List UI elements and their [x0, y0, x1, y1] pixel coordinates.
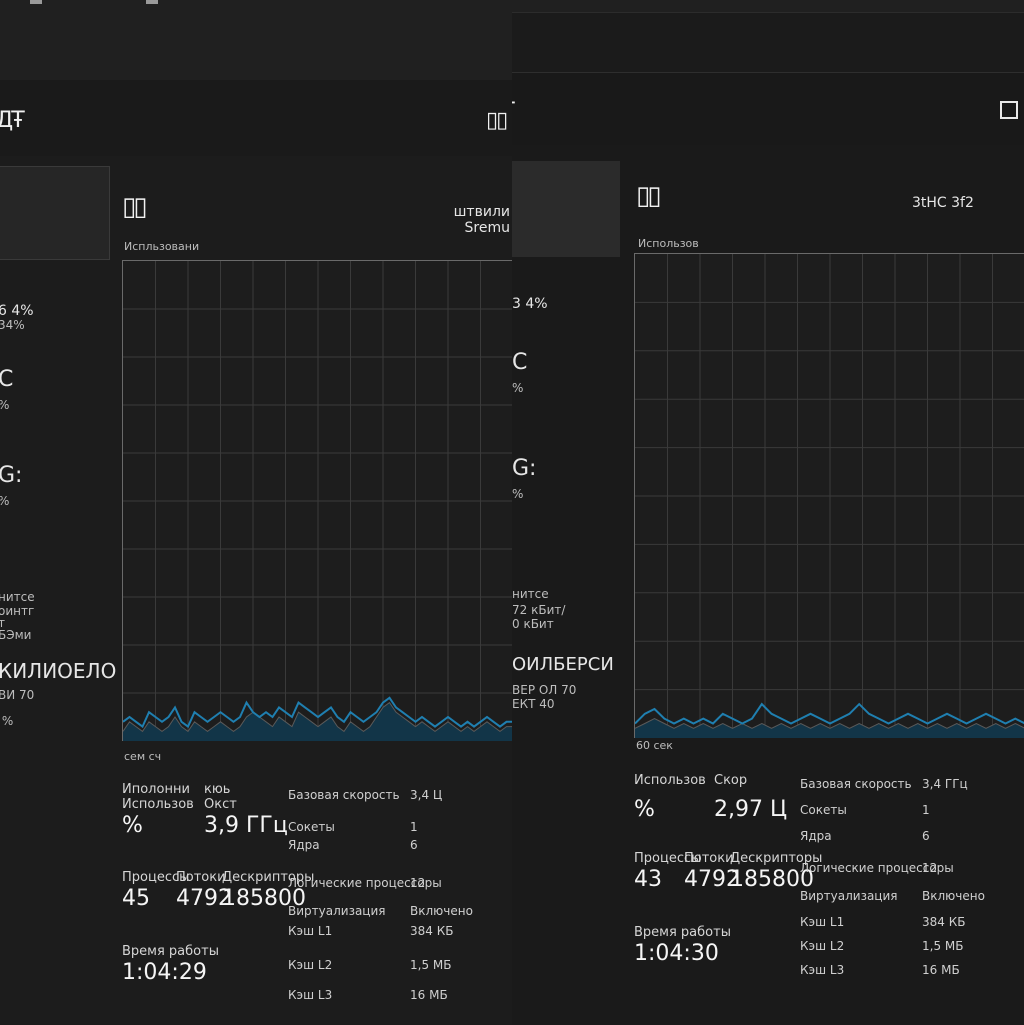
kv-virtualization-value: Включено: [410, 904, 473, 918]
sidebar-item-disk-c-pct: %: [512, 381, 524, 395]
chart-label-bottom: 60 сек: [636, 739, 673, 752]
sidebar-item-disk-c[interactable]: C: [0, 369, 13, 391]
kv-sockets-value: 1: [410, 820, 418, 834]
kv-base-speed-value: 3,4 ГГц: [922, 777, 968, 791]
sidebar-item-memory-pct: 3 4%: [512, 296, 548, 312]
kv-l2-value: 1,5 МБ: [410, 958, 452, 972]
title-strip: [0, 12, 512, 80]
kv-sockets-label: Сокеты: [800, 803, 847, 817]
cpu-usage-graph: [634, 253, 1024, 738]
window-header: [0, 80, 512, 156]
kv-virtualization-label: Виртуализация: [800, 889, 898, 903]
sidebar-item-gpu-sub: ВИ 70: [0, 688, 35, 702]
restore-glyph[interactable]: ▯▯: [486, 108, 508, 133]
sidebar-item-gpu[interactable]: ОИЛБЕРСИ: [512, 656, 614, 674]
kv-l1-value: 384 КБ: [410, 924, 454, 938]
stat-utilization-label-2: Использов: [122, 797, 194, 812]
cpu-usage-graph-svg: [123, 261, 512, 741]
kv-cores-value: 6: [922, 829, 930, 843]
sidebar-item-cpu[interactable]: [512, 161, 620, 257]
sidebar-item-memory-pct: 6 4%: [0, 303, 34, 319]
sidebar-item-gpu[interactable]: КИЛИОЕЛО: [0, 661, 116, 681]
task-manager-window-left: ДŦ ▯▯ 6 4% 34% C % G: % нитсе оинтг т БЭ…: [0, 12, 512, 1024]
kv-l3-label: Кэш L3: [288, 988, 333, 1002]
stat-speed-value: 2,97 Ц: [714, 797, 788, 822]
kv-l1-value: 384 КБ: [922, 915, 966, 929]
sidebar-item-disk-g-pct: %: [0, 494, 9, 509]
kv-cores-label: Ядра: [800, 829, 832, 843]
task-manager-window-right: ДŦ 3 4% C % G: % нитсе 72 кБит/ 0 кБит О…: [512, 72, 1024, 1025]
kv-l1-label: Кэш L1: [288, 924, 333, 938]
cpu-model-name-1: 3tHC 3f2: [912, 195, 974, 211]
stat-speed-label: Скор: [714, 773, 748, 788]
stat-utilization-value: %: [634, 797, 655, 822]
sidebar-item-network[interactable]: нитсе: [512, 587, 549, 602]
sidebar-item-disk-g[interactable]: G:: [0, 465, 22, 487]
cpu-usage-graph: [122, 260, 512, 741]
sidebar-item-network-recv: 0 кБит: [512, 617, 554, 631]
stat-speed: кюь Окст 3,9 ГГц: [204, 782, 288, 840]
stat-uptime-value: 1:04:29: [122, 960, 207, 985]
top-bar-mark: [146, 0, 158, 4]
kv-base-speed-value: 3,4 Ц: [410, 788, 443, 802]
kv-l1-label: Кэш L1: [800, 915, 845, 929]
sidebar-item-network[interactable]: нитсе: [0, 590, 35, 605]
kv-base-speed-label: Базовая скорость: [288, 788, 400, 802]
kv-l2-label: Кэш L2: [800, 939, 845, 953]
cpu-chip-icon: ▯▯: [122, 192, 148, 222]
kv-cores-label: Ядра: [288, 838, 320, 852]
chart-label-bottom: сем сч: [124, 750, 162, 763]
kv-virtualization-label: Виртуализация: [288, 904, 386, 918]
chart-label-top: Использов: [638, 237, 699, 250]
sidebar-item-cpu[interactable]: [0, 166, 110, 260]
chart-label-top: Испльзовани: [124, 240, 200, 253]
stat-uptime: Время работы 1:04:29: [122, 944, 219, 987]
kv-sockets-label: Сокеты: [288, 820, 335, 834]
stat-utilization-value: %: [122, 813, 143, 838]
kv-base-speed-label: Базовая скорость: [800, 777, 912, 791]
header-title: ДŦ: [512, 99, 515, 124]
kv-logical-value: 12: [922, 861, 938, 875]
sidebar-item-disk-g-pct: %: [512, 487, 524, 501]
kv-l2-label: Кэш L2: [288, 958, 333, 972]
cpu-model-name-2: Sremu: [464, 220, 510, 236]
sidebar-item-gpu-pct: ЕКТ 40: [512, 697, 555, 711]
stat-utilization: Иполонни Использов %: [122, 782, 194, 840]
kv-l2-value: 1,5 МБ: [922, 939, 964, 953]
stat-utilization-label: Использов: [634, 773, 706, 788]
stat-speed: Скор 2,97 Ц: [714, 773, 787, 824]
cpu-usage-graph-svg: [635, 254, 1024, 738]
cpu-model-name-1: штвили: [453, 204, 510, 220]
title-strip: [512, 73, 1024, 145]
stat-uptime: Время работы 1:04:30: [634, 925, 731, 968]
sidebar-item-memory-sub: 34%: [0, 318, 25, 332]
header-title: ДŦ: [0, 108, 25, 133]
top-bar-mark: [30, 0, 42, 4]
kv-l3-value: 16 МБ: [922, 963, 960, 977]
sidebar-item-network-recv: БЭми: [0, 628, 32, 642]
restore-button[interactable]: [1000, 101, 1018, 119]
sidebar-item-network-sub: оинтг: [0, 604, 35, 618]
stat-uptime-value: 1:04:30: [634, 941, 719, 966]
kv-virtualization-value: Включено: [922, 889, 985, 903]
sidebar-item-disk-c-pct: %: [0, 398, 9, 413]
stat-utilization: Использов %: [634, 773, 706, 824]
cpu-chip-icon: ▯▯: [636, 181, 662, 211]
stat-speed-value: 3,9 ГГц: [204, 813, 288, 838]
sidebar-item-gpu-pct: %: [1, 714, 14, 728]
sidebar-item-gpu-sub: ВЕР ОЛ 70: [512, 683, 577, 697]
kv-logical-value: 12: [410, 876, 426, 890]
sidebar-item-disk-g[interactable]: G:: [512, 458, 536, 480]
sidebar-item-disk-c[interactable]: C: [512, 352, 527, 374]
stat-speed-label: кюь: [204, 782, 231, 797]
kv-cores-value: 6: [410, 838, 418, 852]
stat-uptime-label: Время работы: [122, 944, 219, 959]
sidebar-item-network-send: 72 кБит/: [512, 603, 566, 617]
kv-sockets-value: 1: [922, 803, 930, 817]
stat-utilization-label: Иполонни: [122, 782, 190, 797]
kv-l3-value: 16 МБ: [410, 988, 448, 1002]
stat-uptime-label: Время работы: [634, 925, 731, 940]
kv-l3-label: Кэш L3: [800, 963, 845, 977]
stat-speed-label-2: Окст: [204, 797, 237, 812]
